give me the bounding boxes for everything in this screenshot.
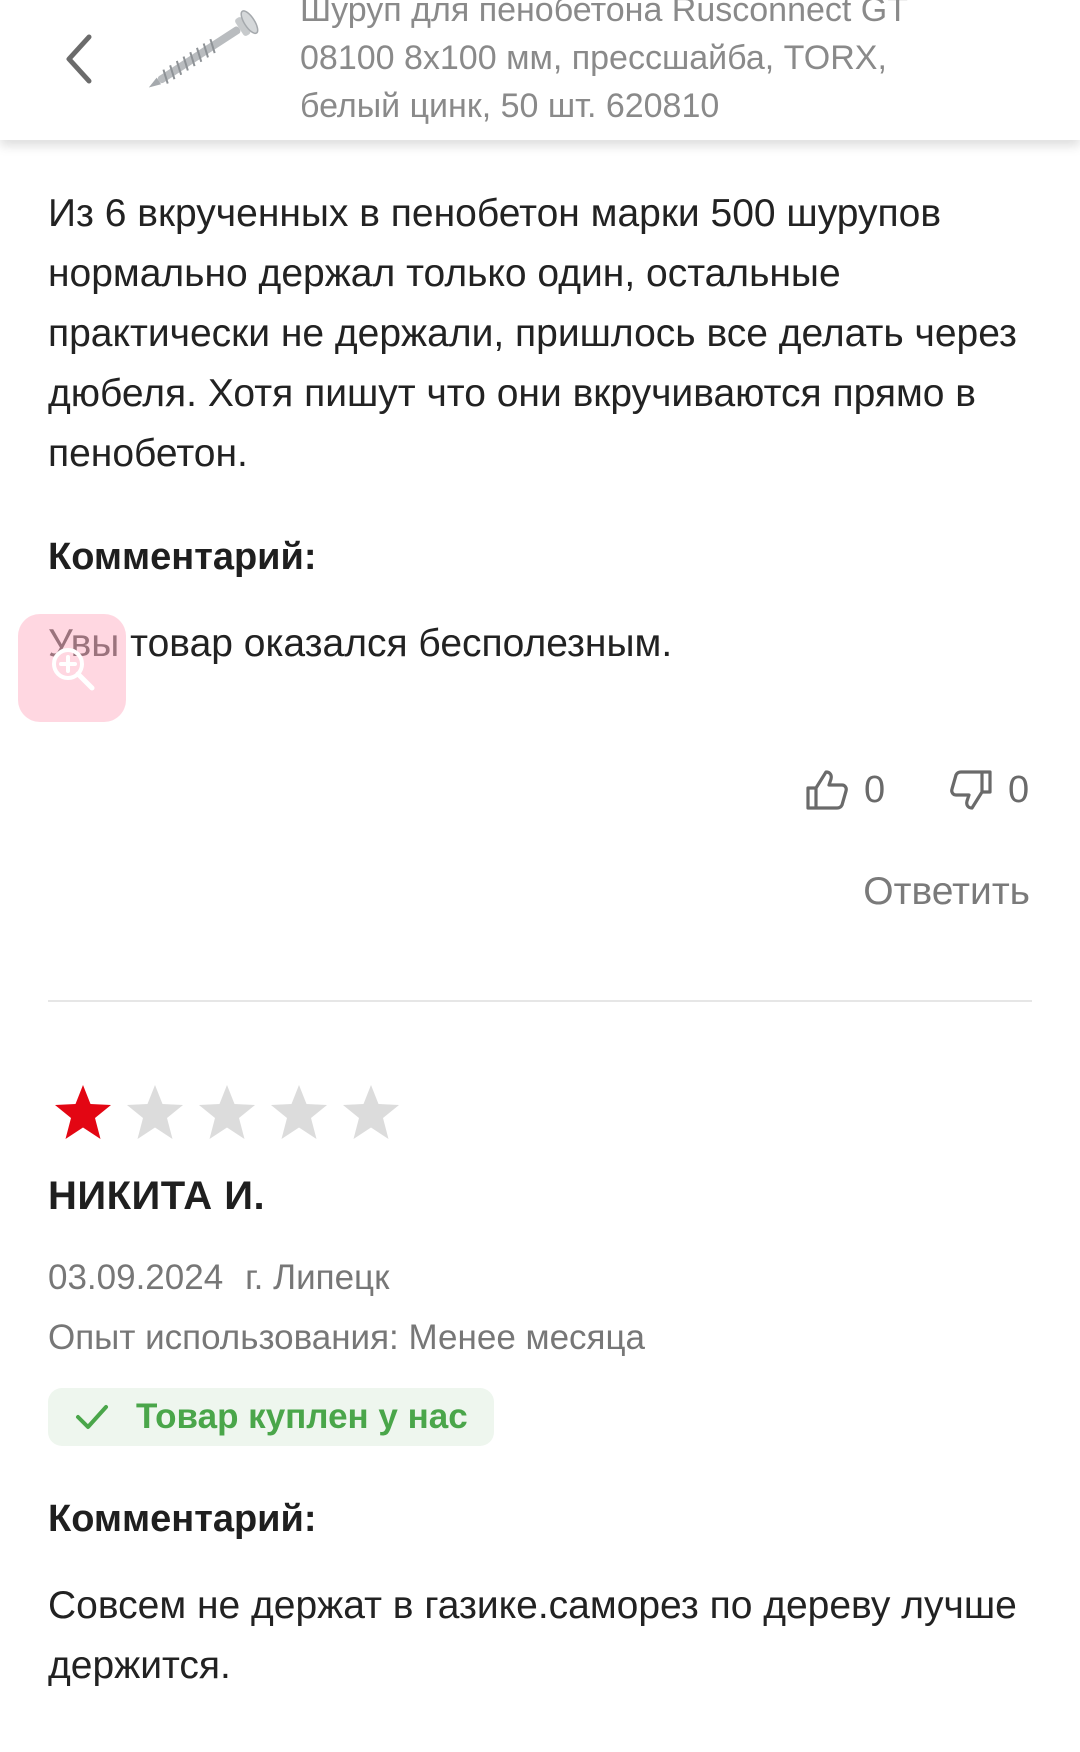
product-thumbnail[interactable] — [138, 0, 272, 102]
top-bar: Шуруп для пенобетона Rusconnect GT 08100… — [0, 0, 1080, 140]
thumbs-down-icon — [950, 770, 992, 810]
dislike-button[interactable]: 0 — [948, 760, 1029, 820]
review-date: 03.09.2024 — [48, 1258, 224, 1297]
review-author: НИКИТА И. — [48, 1174, 266, 1218]
review-text: Из 6 вкрученных в пенобетон марки 500 шу… — [48, 192, 1017, 475]
back-button[interactable] — [48, 26, 108, 92]
screw-image — [148, 10, 259, 88]
verified-purchase-label: Товар куплен у нас — [136, 1397, 468, 1436]
comment-label: Комментарий: — [48, 1498, 317, 1540]
review-comment: Совсем не держат в газике.саморез по дер… — [48, 1584, 1017, 1687]
dislike-count: 0 — [1008, 768, 1030, 811]
checkmark-icon — [76, 1405, 108, 1429]
comment-label: Комментарий: — [48, 536, 317, 578]
star-empty-icon — [343, 1085, 399, 1139]
like-button[interactable]: 0 — [804, 760, 885, 820]
product-title[interactable]: Шуруп для пенобетона Rusconnect GT 08100… — [300, 0, 940, 130]
rating-stars — [52, 1082, 402, 1144]
zoom-in-icon — [52, 648, 95, 691]
review-comment: Увы товар оказался бесполезным. — [48, 622, 673, 665]
chevron-left-icon — [66, 34, 92, 84]
star-filled-icon — [55, 1085, 111, 1139]
reply-button[interactable]: Ответить — [863, 870, 1030, 914]
like-count: 0 — [864, 768, 886, 811]
star-empty-icon — [199, 1085, 255, 1139]
star-empty-icon — [271, 1085, 327, 1139]
review-city: г. Липецк — [245, 1258, 390, 1297]
thumbs-up-icon — [806, 770, 848, 810]
review-meta: 03.09.2024 г. Липецк — [48, 1258, 389, 1298]
review-divider — [48, 1000, 1032, 1002]
zoom-button[interactable] — [18, 614, 126, 722]
usage-experience: Опыт использования: Менее месяца — [48, 1318, 645, 1357]
star-empty-icon — [127, 1085, 183, 1139]
verified-purchase-badge: Товар куплен у нас — [48, 1388, 494, 1446]
